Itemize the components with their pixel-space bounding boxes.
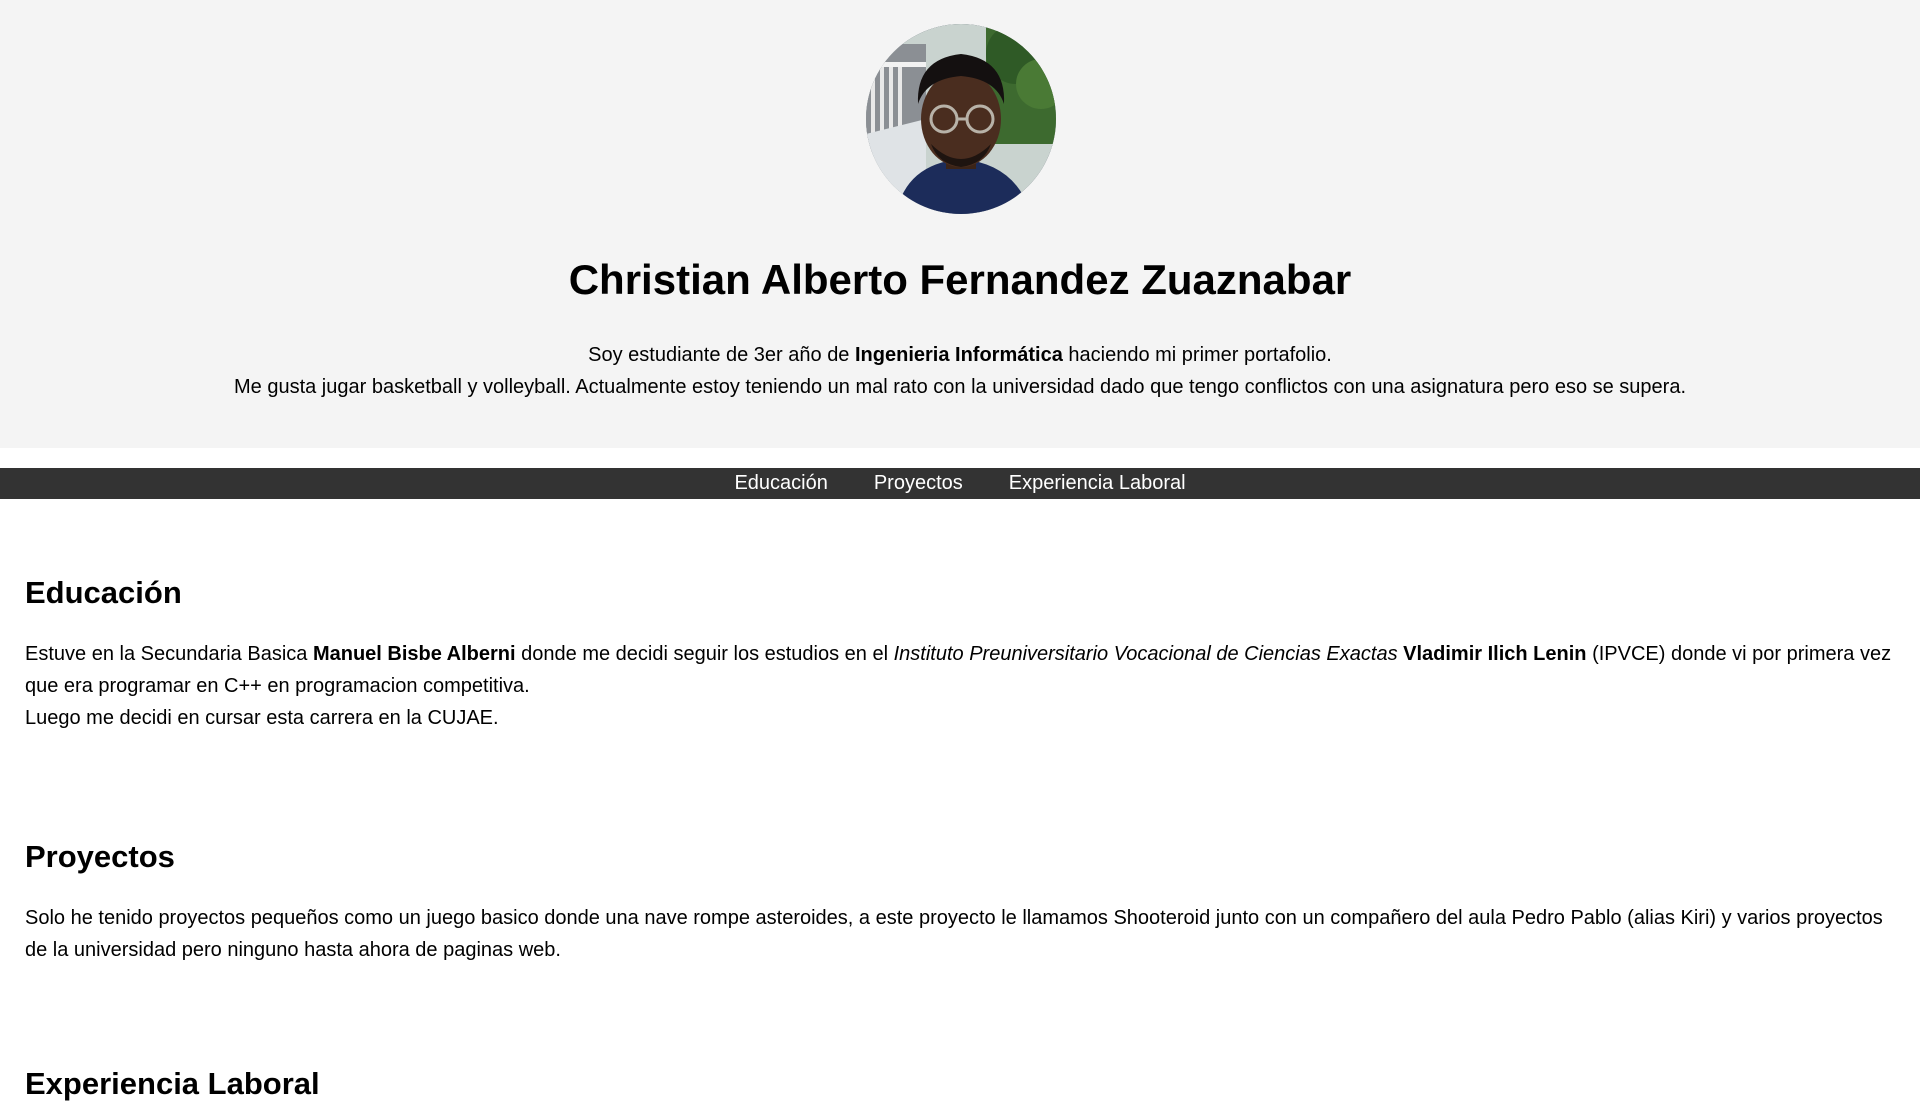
section-text: Estuve en la Secundaria Basica Manuel Bi…: [25, 638, 1905, 734]
profile-photo-icon: [866, 24, 1056, 214]
bio-degree: Ingenieria Informática: [855, 344, 1063, 366]
institute-title: Vladimir Ilich Lenin: [1403, 643, 1587, 665]
projects-section: Proyectos Solo he tenido proyectos peque…: [25, 837, 1905, 966]
main-nav: Educación Proyectos Experiencia Laboral: [0, 468, 1920, 499]
page-title: Christian Alberto Fernandez Zuaznabar: [568, 256, 1352, 303]
education-text: Luego me decidi en cursar esta carrera e…: [25, 707, 499, 729]
section-text: Solo he tenido proyectos pequeños como u…: [25, 907, 1883, 961]
bio-text: Soy estudiante de 3er año de: [588, 344, 855, 366]
education-section: Educación Estuve en la Secundaria Basica…: [25, 573, 1905, 734]
institute-name: Instituto Preuniversitario Vocacional de…: [893, 643, 1398, 665]
nav-link-projects[interactable]: Proyectos: [874, 468, 963, 499]
profile-header: Christian Alberto Fernandez Zuaznabar So…: [0, 0, 1920, 448]
section-title: Educación: [25, 575, 182, 610]
bio: Soy estudiante de 3er año de Ingenieria …: [0, 339, 1920, 403]
nav-link-experience[interactable]: Experiencia Laboral: [1009, 468, 1186, 499]
section-title: Proyectos: [25, 839, 175, 874]
section-title: Experiencia Laboral: [25, 1066, 320, 1101]
education-text: donde me decidi seguir los estudios en e…: [515, 643, 894, 665]
education-text: Estuve en la Secundaria Basica: [25, 643, 313, 665]
bio-text: haciendo mi primer portafolio.: [1062, 344, 1332, 366]
nav-link-education[interactable]: Educación: [734, 468, 827, 499]
experience-section: Experiencia Laboral: [25, 1064, 1905, 1104]
school-name: Manuel Bisbe Alberni: [312, 643, 516, 665]
bio-text: Me gusta jugar basketball y volleyball. …: [233, 376, 1687, 398]
avatar: [866, 24, 1056, 214]
